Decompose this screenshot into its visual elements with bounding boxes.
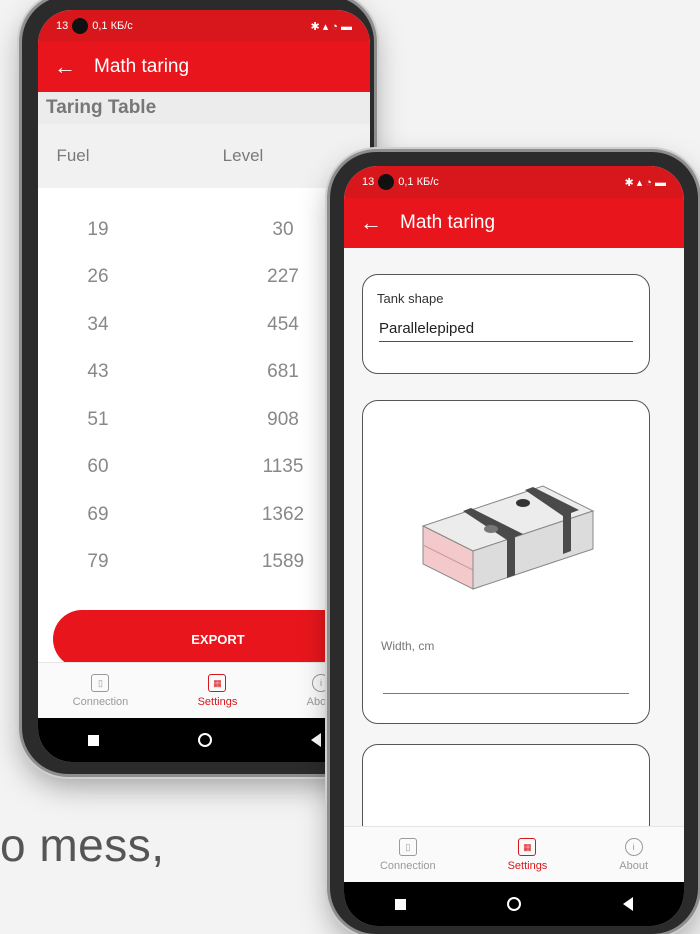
nav-settings-label: Settings <box>507 860 548 872</box>
nav-settings[interactable]: ▦ Settings <box>197 674 238 708</box>
settings-icon: ▦ <box>208 674 227 692</box>
signal-icons: ✱ ▴ ◔ ▬ <box>310 20 352 33</box>
fuel-cell: 26 <box>87 266 109 288</box>
status-time: 13 <box>362 175 375 188</box>
system-nav-bar <box>344 882 684 926</box>
table-row: 43 681 <box>38 349 370 397</box>
connection-icon: ▯ <box>398 838 417 856</box>
fuel-cell: 51 <box>87 408 109 430</box>
connection-icon: ▯ <box>91 674 110 692</box>
table-row: 60 1135 <box>38 444 370 492</box>
fuel-cell: 60 <box>87 456 109 478</box>
status-bar: 13 0,1 КБ/с ✱ ▴ ◔ ▬ <box>344 166 684 198</box>
nav-connection-label: Connection <box>72 696 129 708</box>
back-arrow-icon[interactable]: ← <box>360 210 400 236</box>
table-row: 19 30 <box>38 206 370 254</box>
nav-connection[interactable]: ▯ Connection <box>72 674 129 708</box>
col-level: Level <box>222 146 264 165</box>
home-icon[interactable] <box>507 897 522 911</box>
tank-shape-card: Tank shape Parallelepiped <box>362 274 650 374</box>
fuel-cell: 19 <box>87 218 109 240</box>
camera-hole <box>72 18 89 34</box>
status-speed: 0,1 КБ/с <box>398 175 439 188</box>
app-toolbar: ← Math taring <box>38 42 370 92</box>
status-bar: 13 0,1 КБ/с ✱ ▴ ◔ ▬ <box>38 10 370 42</box>
width-label: Width, cm <box>381 639 435 653</box>
status-speed: 0,1 КБ/с <box>92 19 133 32</box>
app-toolbar: ← Math taring <box>344 198 684 248</box>
nav-about-label: About <box>619 860 648 872</box>
tank-illustration <box>421 485 595 590</box>
bottom-nav: ▯ Connection ▦ Settings i About <box>344 826 684 883</box>
home-icon[interactable] <box>197 733 212 747</box>
info-icon: i <box>311 674 330 692</box>
width-input[interactable] <box>383 693 629 694</box>
screen-title: Math taring <box>94 56 190 77</box>
info-icon: i <box>624 838 643 856</box>
left-phone: 13 0,1 КБ/с ✱ ▴ ◔ ▬ ← Math taring Taring … <box>22 0 374 774</box>
nav-connection[interactable]: ▯ Connection <box>380 838 436 872</box>
fuel-cell: 79 <box>87 551 109 573</box>
screen-title: Math taring <box>400 212 496 233</box>
table-row: 51 908 <box>38 396 370 444</box>
fuel-cell: 69 <box>87 503 109 525</box>
right-phone: 13 0,1 КБ/с ✱ ▴ ◔ ▬ ← Math taring Tank sh… <box>330 152 698 934</box>
system-nav-bar <box>38 718 370 762</box>
back-icon[interactable] <box>623 897 634 911</box>
fuel-cell: 34 <box>87 313 109 335</box>
tank-shape-select[interactable]: Parallelepiped <box>379 320 633 342</box>
recents-icon[interactable] <box>87 734 99 746</box>
fuel-cell: 43 <box>87 361 109 383</box>
recents-icon[interactable] <box>394 898 406 910</box>
caption-text: o mess, <box>0 819 165 871</box>
nav-connection-label: Connection <box>379 860 436 872</box>
dimensions-card: Width, cm <box>362 400 650 724</box>
form-area: Tank shape Parallelepiped Width, cm <box>344 248 684 864</box>
export-button[interactable]: EXPORT <box>53 610 370 668</box>
table-row: 79 1589 <box>38 539 370 587</box>
bottom-nav: ▯ Connection ▦ Settings i About <box>38 662 370 719</box>
table-row: 69 1362 <box>38 491 370 539</box>
signal-icons: ✱ ▴ ◔ ▬ <box>624 176 666 189</box>
nav-settings-label: Settings <box>197 696 238 708</box>
right-screen: 13 0,1 КБ/с ✱ ▴ ◔ ▬ ← Math taring Tank sh… <box>344 166 684 926</box>
nav-about[interactable]: i About <box>619 838 648 872</box>
back-arrow-icon[interactable]: ← <box>54 54 94 80</box>
nav-settings[interactable]: ▦ Settings <box>507 838 548 872</box>
section-title: Taring Table <box>38 92 370 124</box>
camera-hole <box>378 174 395 190</box>
table-row: 34 454 <box>38 301 370 349</box>
settings-icon: ▦ <box>518 838 537 856</box>
left-screen: 13 0,1 КБ/с ✱ ▴ ◔ ▬ ← Math taring Taring … <box>38 10 370 762</box>
taring-table: 19 30 26 227 34 454 43 681 51 908 60 1135 69 13… <box>38 188 370 586</box>
back-icon[interactable] <box>310 733 321 747</box>
tank-shape-label: Tank shape <box>377 291 444 306</box>
col-fuel: Fuel <box>56 146 90 165</box>
status-time: 13 <box>56 19 69 32</box>
table-row: 26 227 <box>38 254 370 302</box>
table-header: Fuel Level <box>38 124 370 188</box>
